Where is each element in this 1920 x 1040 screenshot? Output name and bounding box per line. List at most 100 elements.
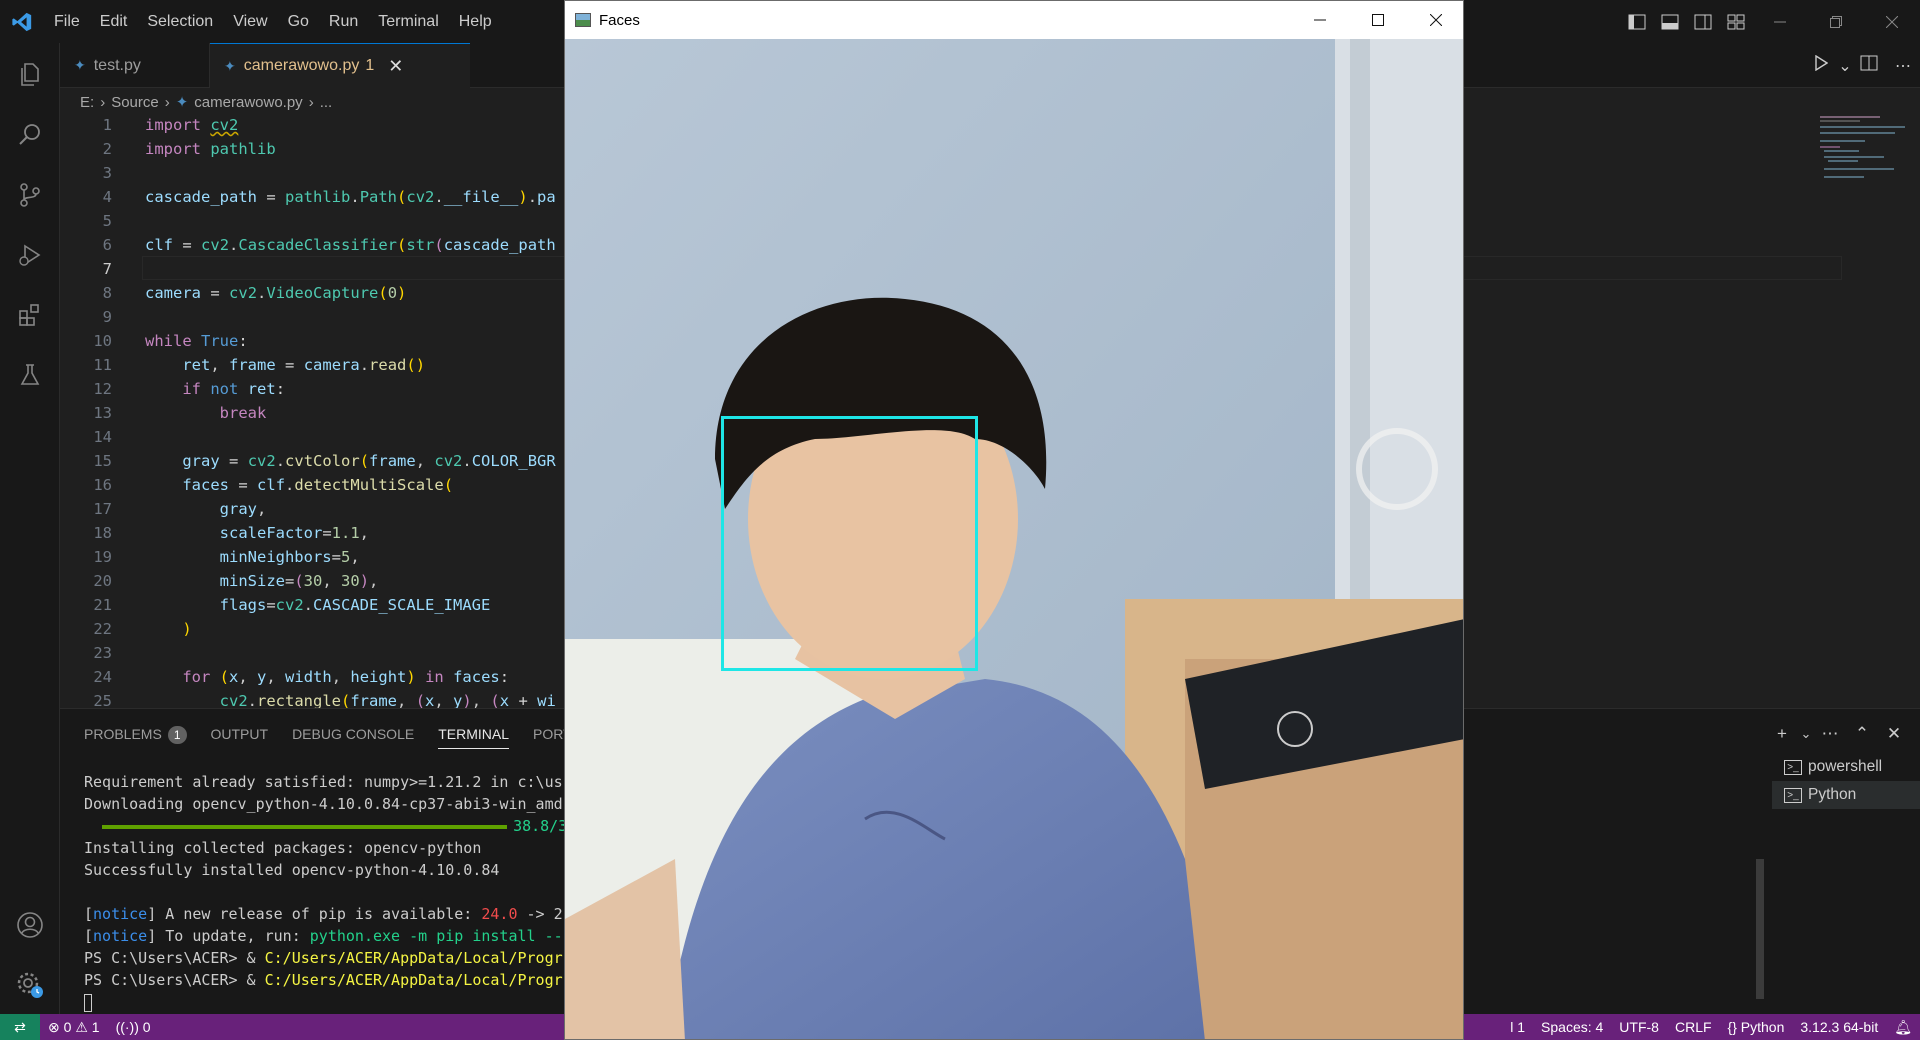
encoding-status[interactable]: UTF-8 bbox=[1611, 1019, 1667, 1035]
terminal-name: Python bbox=[1808, 786, 1857, 803]
title-bar-controls bbox=[1620, 0, 1920, 43]
tab-output[interactable]: OUTPUT bbox=[199, 709, 281, 759]
maximize-panel-icon[interactable]: ⌃ bbox=[1846, 724, 1878, 744]
minimap[interactable] bbox=[1820, 116, 1910, 196]
ports-status[interactable]: ((·)) 0 bbox=[108, 1019, 159, 1035]
run-python-file-icon[interactable] bbox=[1804, 54, 1838, 76]
minimize-icon[interactable] bbox=[1291, 1, 1349, 39]
code-line: flags=cv2.CASCADE_SCALE_IMAGE bbox=[219, 596, 491, 614]
problems-count-badge: 1 bbox=[167, 726, 187, 744]
code-line: import cv2 bbox=[145, 116, 239, 134]
run-and-debug-icon[interactable] bbox=[0, 225, 60, 285]
line-number: 10 bbox=[93, 332, 112, 350]
toggle-primary-sidebar-icon[interactable] bbox=[1620, 0, 1653, 43]
code-line: clf = cv2.CascadeClassifier(str(cascade_… bbox=[145, 236, 556, 254]
extensions-icon[interactable] bbox=[0, 285, 60, 345]
line-number: 16 bbox=[93, 476, 112, 494]
split-editor-icon[interactable] bbox=[1852, 55, 1886, 76]
line-number: 7 bbox=[102, 260, 112, 278]
remote-indicator-icon[interactable]: ⇄ bbox=[0, 1014, 40, 1040]
code-line: camera = cv2.VideoCapture(0) bbox=[145, 284, 407, 302]
code-line: minNeighbors=5, bbox=[219, 548, 360, 566]
breadcrumb-symbols[interactable]: ... bbox=[320, 94, 333, 111]
line-number: 14 bbox=[93, 428, 112, 446]
close-window-icon[interactable] bbox=[1407, 1, 1463, 39]
menu-selection[interactable]: Selection bbox=[137, 0, 223, 43]
maximize-icon[interactable] bbox=[1349, 1, 1407, 39]
faces-window[interactable]: Faces bbox=[564, 0, 1464, 1040]
problems-status[interactable]: ⊗ 0 ⚠ 1 bbox=[40, 1019, 108, 1036]
python-icon: ✦ bbox=[224, 57, 236, 74]
faces-window-titlebar[interactable]: Faces bbox=[565, 1, 1463, 39]
tab-debug-console[interactable]: DEBUG CONSOLE bbox=[280, 709, 426, 759]
language-mode[interactable]: {} Python bbox=[1720, 1019, 1793, 1035]
code-line: while True: bbox=[145, 332, 248, 350]
run-options-chevron-icon[interactable]: ⌄ bbox=[1838, 56, 1852, 76]
command-path: C:/Users/ACER/AppData/Local/Progr bbox=[264, 949, 563, 967]
menu-terminal[interactable]: Terminal bbox=[368, 0, 448, 43]
restore-icon[interactable] bbox=[1808, 0, 1864, 43]
close-window-icon[interactable] bbox=[1864, 0, 1920, 43]
line-number: 23 bbox=[93, 644, 112, 662]
accounts-icon[interactable] bbox=[0, 895, 60, 955]
code-line: ret, frame = camera.read() bbox=[182, 356, 426, 374]
search-icon[interactable] bbox=[0, 105, 60, 165]
language-label: Python bbox=[1740, 1019, 1785, 1035]
terminal-name: powershell bbox=[1808, 758, 1883, 775]
notice-tag: notice bbox=[93, 905, 148, 923]
toggle-panel-icon[interactable] bbox=[1653, 0, 1686, 43]
breadcrumb-drive[interactable]: E: bbox=[80, 94, 94, 111]
chevron-down-icon[interactable]: ⌄ bbox=[1798, 726, 1814, 742]
terminal-scrollbar[interactable] bbox=[1756, 859, 1764, 999]
code-line: minSize=(30, 30), bbox=[219, 572, 379, 590]
python-icon: ✦ bbox=[175, 94, 189, 111]
breadcrumb-file[interactable]: camerawowo.py bbox=[194, 94, 302, 111]
minimize-icon[interactable] bbox=[1752, 0, 1808, 43]
close-tab-icon[interactable]: ✕ bbox=[388, 56, 403, 77]
tab-terminal[interactable]: TERMINAL bbox=[426, 709, 521, 759]
line-number: 25 bbox=[93, 692, 112, 708]
cursor-position[interactable]: l 1 bbox=[1502, 1019, 1533, 1035]
ports-count: 0 bbox=[142, 1019, 151, 1035]
line-number: 12 bbox=[93, 380, 112, 398]
explorer-icon[interactable] bbox=[0, 45, 60, 105]
terminal-item-powershell[interactable]: >_ powershell bbox=[1772, 753, 1920, 781]
source-control-icon[interactable] bbox=[0, 165, 60, 225]
line-number: 19 bbox=[93, 548, 112, 566]
notifications-bell-icon[interactable]: 🔔︎ bbox=[1886, 1019, 1920, 1036]
tab-problems[interactable]: PROBLEMS 1 bbox=[60, 709, 199, 759]
terminal-item-python[interactable]: >_ Python bbox=[1772, 781, 1920, 809]
tab-label: PROBLEMS bbox=[84, 726, 162, 742]
menu-go[interactable]: Go bbox=[278, 0, 319, 43]
menu-edit[interactable]: Edit bbox=[90, 0, 138, 43]
new-terminal-icon[interactable]: + bbox=[1766, 724, 1798, 744]
manage-gear-icon[interactable] bbox=[0, 955, 60, 1015]
menu-help[interactable]: Help bbox=[449, 0, 502, 43]
activity-bar bbox=[0, 43, 60, 1014]
line-number: 20 bbox=[93, 572, 112, 590]
menu-file[interactable]: File bbox=[44, 0, 90, 43]
menu-view[interactable]: View bbox=[223, 0, 277, 43]
close-panel-icon[interactable]: ✕ bbox=[1878, 724, 1910, 744]
menu-run[interactable]: Run bbox=[319, 0, 368, 43]
tab-test-py[interactable]: ✦ test.py bbox=[60, 43, 210, 88]
code-line: gray = cv2.cvtColor(frame, cv2.COLOR_BGR bbox=[182, 452, 556, 470]
toggle-secondary-sidebar-icon[interactable] bbox=[1686, 0, 1719, 43]
more-actions-icon[interactable]: ⋯ bbox=[1886, 56, 1920, 76]
more-actions-icon[interactable]: ⋯ bbox=[1814, 724, 1846, 744]
panel-tabs: PROBLEMS 1 OUTPUT DEBUG CONSOLE TERMINAL … bbox=[60, 709, 593, 759]
customize-layout-icon[interactable] bbox=[1719, 0, 1752, 43]
breadcrumb-folder[interactable]: Source bbox=[111, 94, 159, 111]
error-icon: ⊗ bbox=[48, 1018, 60, 1035]
vscode-logo-icon bbox=[0, 0, 44, 43]
code-line: cv2.rectangle(frame, (x, y), (x + wi bbox=[219, 692, 556, 708]
eol-status[interactable]: CRLF bbox=[1667, 1019, 1720, 1035]
code-line: cascade_path = pathlib.Path(cv2.__file__… bbox=[145, 188, 556, 206]
tab-camerawowo-py[interactable]: ✦ camerawowo.py 1 ✕ bbox=[210, 43, 470, 88]
line-number: 11 bbox=[93, 356, 112, 374]
testing-icon[interactable] bbox=[0, 345, 60, 405]
panel-actions: + ⌄ ⋯ ⌃ ✕ bbox=[1766, 709, 1910, 759]
code-line: gray, bbox=[219, 500, 267, 518]
indentation-status[interactable]: Spaces: 4 bbox=[1533, 1019, 1611, 1035]
python-interpreter[interactable]: 3.12.3 64-bit bbox=[1792, 1019, 1886, 1035]
